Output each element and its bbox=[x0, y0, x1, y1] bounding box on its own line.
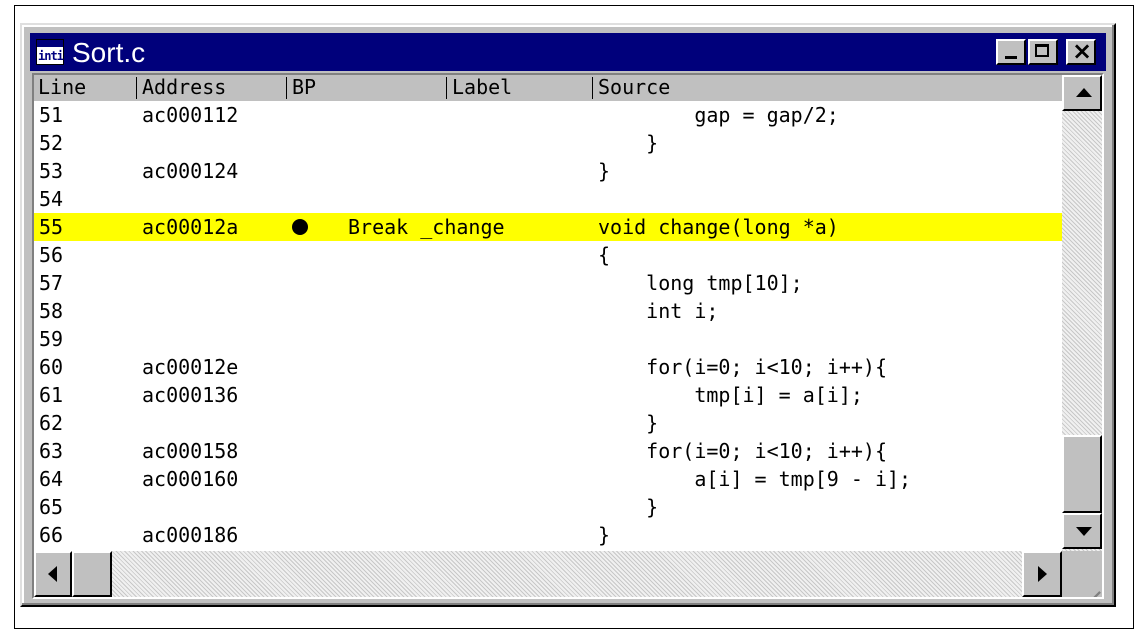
column-header-bp-label: BP bbox=[292, 75, 317, 99]
column-header-label-label: Label bbox=[452, 75, 513, 99]
column-header-source-label: Source bbox=[598, 75, 671, 99]
address: ac000158 bbox=[142, 439, 239, 463]
source-lines: 51 ac000112 gap = gap/2; 52 } 53 ac00012… bbox=[34, 101, 1062, 551]
source-code: long tmp[10]; bbox=[598, 271, 803, 295]
column-header-line[interactable]: Line bbox=[34, 75, 134, 101]
line-number: 51 bbox=[39, 103, 64, 127]
address: ac000160 bbox=[142, 467, 239, 491]
source-code: gap = gap/2; bbox=[598, 103, 839, 127]
address: ac000112 bbox=[142, 103, 239, 127]
source-code: void change(long *a) bbox=[598, 215, 839, 239]
column-divider[interactable] bbox=[286, 77, 287, 99]
source-line[interactable]: 59 bbox=[34, 325, 1062, 353]
column-header-address-label: Address bbox=[142, 75, 227, 99]
close-icon: × bbox=[1072, 37, 1093, 65]
source-line[interactable]: 61 ac000136 tmp[i] = a[i]; bbox=[34, 381, 1062, 409]
column-divider[interactable] bbox=[136, 77, 137, 99]
column-header-source[interactable]: Source bbox=[594, 75, 1062, 101]
window-title: Sort.c bbox=[72, 37, 146, 68]
source-line[interactable]: 53 ac000124 } bbox=[34, 157, 1062, 185]
title-bar[interactable]: inti; Sort.c × bbox=[30, 33, 1106, 71]
arrow-right-icon bbox=[1038, 566, 1047, 582]
source-line[interactable]: 66 ac000186 } bbox=[34, 521, 1062, 549]
line-number: 53 bbox=[39, 159, 64, 183]
scroll-up-button[interactable] bbox=[1062, 75, 1102, 111]
close-button[interactable]: × bbox=[1066, 37, 1096, 65]
source-code: } bbox=[598, 159, 611, 183]
maximize-button[interactable] bbox=[1028, 39, 1058, 65]
source-line[interactable]: 65 } bbox=[34, 493, 1062, 521]
source-line[interactable]: 60 ac00012e for(i=0; i<10; i++){ bbox=[34, 353, 1062, 381]
source-line[interactable]: 54 bbox=[34, 185, 1062, 213]
source-code: } bbox=[598, 495, 659, 519]
horizontal-scrollbar[interactable] bbox=[34, 551, 1062, 597]
source-code: tmp[i] = a[i]; bbox=[598, 383, 863, 407]
line-number: 63 bbox=[39, 439, 64, 463]
resize-grip-icon[interactable] bbox=[1062, 551, 1102, 597]
column-header-bp[interactable]: BP bbox=[288, 75, 446, 101]
line-number: 64 bbox=[39, 467, 64, 491]
source-code: { bbox=[598, 243, 611, 267]
scroll-right-button[interactable] bbox=[1022, 551, 1062, 597]
source-line[interactable]: 56 { bbox=[34, 241, 1062, 269]
app-icon[interactable]: inti; bbox=[36, 39, 70, 65]
arrow-up-icon bbox=[1076, 88, 1092, 97]
line-number: 59 bbox=[39, 327, 64, 351]
source-line-current[interactable]: 55 ac00012a Break _change void change(lo… bbox=[34, 213, 1062, 241]
line-number: 52 bbox=[39, 131, 64, 155]
source-window: inti; Sort.c × Line Address BP Label Sou… bbox=[20, 23, 1116, 607]
source-code: a[i] = tmp[9 - i]; bbox=[598, 467, 912, 491]
source-code: } bbox=[598, 523, 611, 547]
line-number: 66 bbox=[39, 523, 64, 547]
source-line[interactable]: 64 ac000160 a[i] = tmp[9 - i]; bbox=[34, 465, 1062, 493]
column-divider[interactable] bbox=[592, 77, 593, 99]
line-number: 54 bbox=[39, 187, 64, 211]
line-number: 55 bbox=[39, 215, 64, 239]
source-code: int i; bbox=[598, 299, 719, 323]
maximize-icon bbox=[1035, 44, 1049, 57]
minimize-icon bbox=[1005, 56, 1017, 59]
source-line[interactable]: 58 int i; bbox=[34, 297, 1062, 325]
arrow-down-icon bbox=[1076, 527, 1092, 536]
column-header-line-label: Line bbox=[38, 75, 87, 99]
vertical-scroll-thumb[interactable] bbox=[1062, 435, 1102, 513]
source-code: for(i=0; i<10; i++){ bbox=[598, 439, 887, 463]
line-number: 56 bbox=[39, 243, 64, 267]
line-number: 57 bbox=[39, 271, 64, 295]
breakpoint-icon[interactable] bbox=[292, 214, 308, 241]
scroll-down-button[interactable] bbox=[1062, 513, 1102, 549]
source-line[interactable]: 63 ac000158 for(i=0; i<10; i++){ bbox=[34, 437, 1062, 465]
arrow-left-icon bbox=[48, 566, 57, 582]
label-cell: Break _change bbox=[348, 215, 505, 239]
source-line[interactable]: 51 ac000112 gap = gap/2; bbox=[34, 101, 1062, 129]
address: ac000186 bbox=[142, 523, 239, 547]
address: ac000136 bbox=[142, 383, 239, 407]
vertical-scrollbar[interactable] bbox=[1062, 75, 1102, 551]
column-header: Line Address BP Label Source bbox=[34, 75, 1062, 101]
app-icon-text: inti; bbox=[38, 49, 70, 63]
source-code: } bbox=[598, 411, 659, 435]
address: ac00012e bbox=[142, 355, 239, 379]
column-header-label[interactable]: Label bbox=[448, 75, 590, 101]
source-line[interactable]: 57 long tmp[10]; bbox=[34, 269, 1062, 297]
line-number: 60 bbox=[39, 355, 64, 379]
minimize-button[interactable] bbox=[996, 39, 1026, 65]
line-number: 65 bbox=[39, 495, 64, 519]
address: ac000124 bbox=[142, 159, 239, 183]
source-code: for(i=0; i<10; i++){ bbox=[598, 355, 887, 379]
line-number: 62 bbox=[39, 411, 64, 435]
line-number: 58 bbox=[39, 299, 64, 323]
line-number: 61 bbox=[39, 383, 64, 407]
source-view: Line Address BP Label Source 51 ac000112… bbox=[32, 73, 1104, 599]
horizontal-scroll-thumb[interactable] bbox=[72, 551, 112, 597]
column-header-address[interactable]: Address bbox=[138, 75, 286, 101]
source-code: } bbox=[598, 131, 659, 155]
address: ac00012a bbox=[142, 215, 239, 239]
column-divider[interactable] bbox=[446, 77, 447, 99]
source-line[interactable]: 62 } bbox=[34, 409, 1062, 437]
source-line[interactable]: 52 } bbox=[34, 129, 1062, 157]
scroll-left-button[interactable] bbox=[34, 551, 72, 597]
